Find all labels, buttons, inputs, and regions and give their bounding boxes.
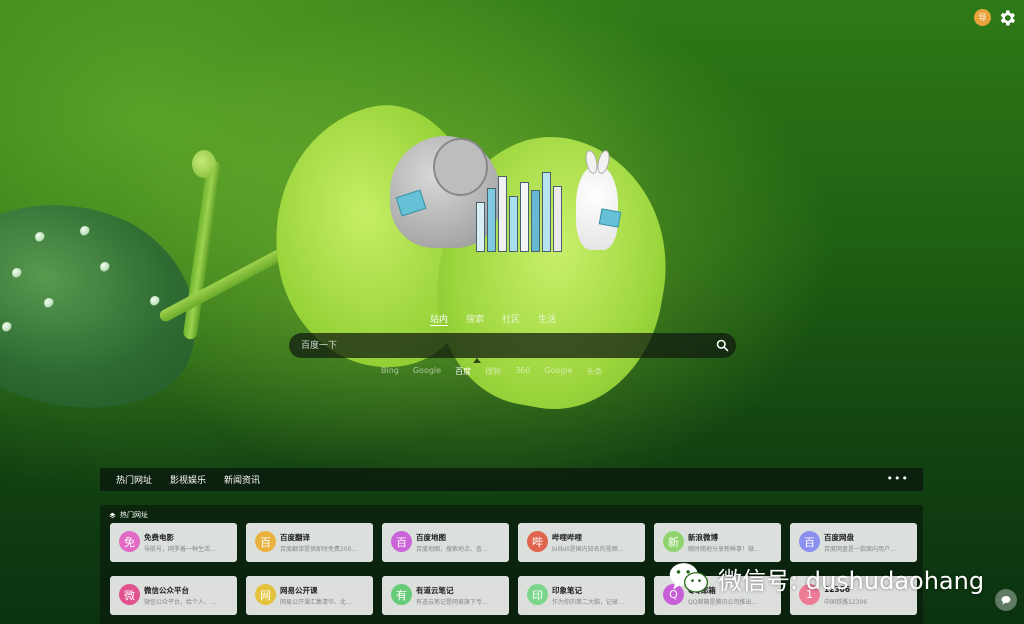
site-icon: 百 [255,531,276,552]
site-card[interactable]: 哔哔哩哔哩 bilibili是国内知名的视频… [518,523,645,562]
plant-stem-decoration [182,159,222,341]
search-engine-list: Bing Google 百度 搜狗 360 Google 头条 [381,366,651,378]
site-name: 印象笔记 [552,586,582,595]
site-name: 免费电影 [144,533,174,542]
book-spine [520,182,529,252]
site-name: 有道云笔记 [416,586,454,595]
site-description: 微信公众平台，给个人、… [144,599,217,606]
search-bar [289,333,736,358]
site-icon: 有 [391,584,412,605]
gear-icon[interactable] [997,8,1017,28]
site-description: 网易公开课汇集清华、北… [280,599,353,606]
engine-bing[interactable]: Bing [381,366,399,378]
water-drop [2,322,12,332]
engine-360[interactable]: 360 [515,366,530,378]
site-description: 中国铁路12306 [824,599,868,606]
water-drop [100,262,110,272]
more-menu-button[interactable]: ••• [887,472,909,485]
site-icon: 百 [799,531,820,552]
site-description: 有道云笔记是网易旗下专… [416,599,489,606]
tab-search[interactable]: 搜索 [466,312,484,326]
site-icon: 哔 [527,531,548,552]
site-card[interactable]: 百百度地图百度地图，搜索地点、查… [382,523,509,562]
site-icon: 新 [663,531,684,552]
book-spine [531,190,540,252]
book-illustration [598,208,622,228]
panel-title: 热门网址 [120,511,148,519]
site-name: 微信公众平台 [144,586,189,595]
site-name: 百度翻译 [280,533,310,542]
site-name: 哔哩哔哩 [552,533,582,542]
site-icon: 免 [119,531,140,552]
site-card[interactable]: 新新浪微博随时随地分享新鲜事！微… [654,523,781,562]
panel-heading: 热门网址 [109,510,148,520]
site-card[interactable]: 有有道云笔记有道云笔记是网易旗下专… [382,576,509,615]
tab-life[interactable]: 生活 [538,312,556,326]
tab-site[interactable]: 站内 [430,312,449,326]
site-card[interactable]: 免免费电影导航号，网罗着一种生活… [110,523,237,562]
tab-entertainment[interactable]: 影视娱乐 [170,473,206,486]
site-description: 作为你的第二大脑，记录… [552,599,625,606]
site-name: 新浪微博 [688,533,718,542]
water-drop [44,298,54,308]
engine-toutiao[interactable]: 头条 [587,366,603,378]
site-name: 百度网盘 [824,533,854,542]
tab-community[interactable]: 社区 [502,312,520,326]
engine-baidu[interactable]: 百度 [455,366,471,378]
category-nav: 热门网址 影视娱乐 新闻资讯 ••• [100,468,923,491]
site-description: 随时随地分享新鲜事！微… [688,546,761,553]
wechat-icon [669,563,709,593]
site-name: 网易公开课 [280,586,318,595]
site-card[interactable]: 百百度翻译百度翻译提供即时免费200… [246,523,373,562]
book-spine [476,202,485,252]
plant-bud-decoration [192,150,216,178]
site-card[interactable]: 百百度网盘百度网盘是一款面向用户… [790,523,917,562]
engine-sogou[interactable]: 搜狗 [485,366,501,378]
book-spine [509,196,518,252]
site-description: 百度网盘是一款面向用户… [824,546,897,553]
site-description: 百度地图，搜索地点、查… [416,546,489,553]
site-name: 百度地图 [416,533,446,542]
water-drop [35,232,45,242]
book-spine [542,172,551,252]
tab-news[interactable]: 新闻资讯 [224,473,260,486]
site-description: 导航号，网罗着一种生活… [144,546,217,553]
site-icon: 印 [527,584,548,605]
engine-google[interactable]: Google [413,366,441,378]
chat-icon [1001,596,1011,605]
site-icon: 微 [119,584,140,605]
site-description: bilibili是国内知名的视频… [552,546,624,553]
engine-google-2[interactable]: Google [544,366,572,378]
book-spine [487,188,496,252]
book-spine [553,186,562,252]
site-card[interactable]: 微微信公众平台微信公众平台，给个人、… [110,576,237,615]
tab-hot-sites[interactable]: 热门网址 [116,473,152,486]
layers-icon [109,512,116,518]
wechat-watermark: 微信号: dushudaohang [668,558,984,598]
reading-animals-illustration [388,128,628,256]
site-description: QQ邮箱是腾讯公司推出… [688,599,758,606]
book-spine [498,176,507,252]
site-description: 百度翻译提供即时免费200… [280,546,358,553]
search-input[interactable] [301,338,701,353]
watermark-text: 微信号: dushudaohang [718,566,985,595]
water-drop [150,296,160,306]
site-card[interactable]: 网网易公开课网易公开课汇集清华、北… [246,576,373,615]
site-card[interactable]: 印印象笔记作为你的第二大脑，记录… [518,576,645,615]
site-icon: 网 [255,584,276,605]
water-drop [12,268,22,278]
search-category-tabs: 站内 搜索 社区 生活 [430,312,595,326]
search-icon[interactable] [715,338,730,353]
water-drop [80,226,90,236]
rabbit-illustration [576,166,618,250]
avatar[interactable]: 导 [974,9,991,26]
active-engine-caret [473,358,481,363]
bookshelf-illustration [476,168,571,252]
chat-float-button[interactable] [995,589,1017,611]
site-icon: 百 [391,531,412,552]
